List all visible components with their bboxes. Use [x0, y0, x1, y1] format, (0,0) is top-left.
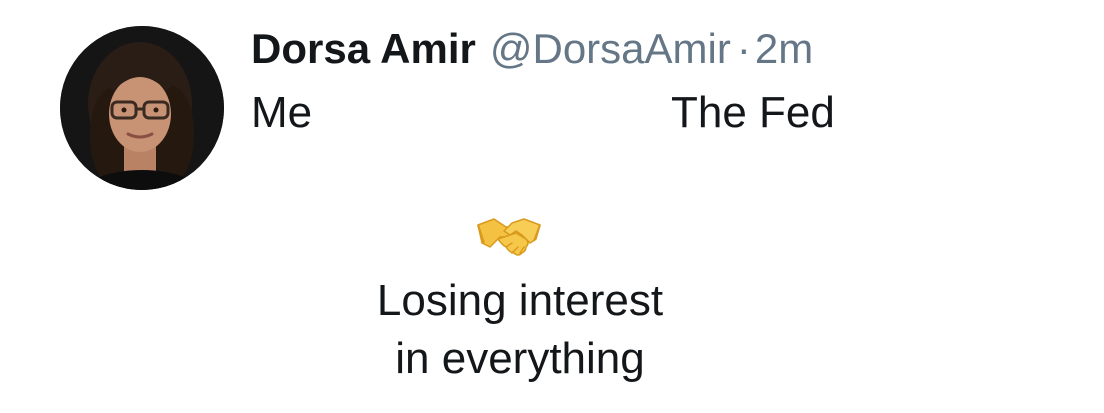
tweet[interactable]: Dorsa Amir @DorsaAmir ·2m Me The Fed Losin… — [0, 0, 1104, 413]
timestamp[interactable]: 2m — [755, 25, 813, 72]
caption: Losing interest in everything — [340, 272, 700, 388]
separator-dot: · — [736, 25, 751, 72]
display-name[interactable]: Dorsa Amir — [251, 25, 476, 72]
caption-line-2: in everything — [395, 334, 645, 383]
avatar[interactable] — [60, 26, 224, 190]
handle[interactable]: @DorsaAmir — [490, 25, 731, 72]
label-me: Me — [251, 88, 313, 137]
tweet-header: Dorsa Amir @DorsaAmir ·2m — [251, 22, 813, 76]
caption-line-1: Losing interest — [376, 276, 664, 325]
label-the-fed: The Fed — [671, 88, 835, 137]
handshake-icon — [476, 213, 542, 263]
profile-photo-icon — [60, 26, 224, 190]
